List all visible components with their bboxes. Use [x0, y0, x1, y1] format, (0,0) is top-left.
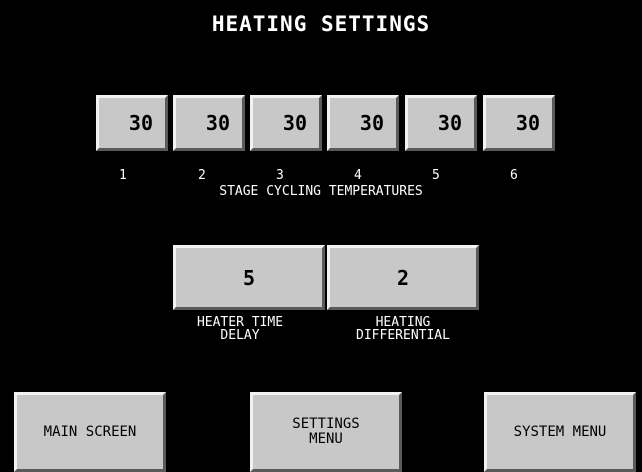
- stage-5-value: 30: [437, 111, 462, 135]
- stage-cycling-caption: STAGE CYCLING TEMPERATURES: [219, 184, 423, 199]
- heater-time-delay-label: HEATER TIME DELAY: [196, 315, 284, 343]
- stage-2-temperature-button[interactable]: 30: [173, 95, 245, 151]
- settings-menu-button-label: SETTINGS MENU: [292, 416, 360, 447]
- page-title: HEATING SETTINGS: [211, 12, 431, 36]
- stage-number-label: 2: [198, 168, 206, 183]
- settings-menu-button[interactable]: SETTINGS MENU: [250, 392, 402, 472]
- stage-number-label: 3: [276, 168, 284, 183]
- stage-number-label: 1: [119, 168, 127, 183]
- main-screen-button-label: MAIN SCREEN: [43, 423, 137, 440]
- stage-6-temperature-button[interactable]: 30: [483, 95, 555, 151]
- heater-time-delay-button[interactable]: 5: [173, 245, 325, 310]
- main-screen-button[interactable]: MAIN SCREEN: [14, 392, 166, 472]
- stage-1-value: 30: [128, 111, 153, 135]
- system-menu-button-label: SYSTEM MENU: [513, 423, 607, 440]
- stage-number-label: 5: [432, 168, 440, 183]
- system-menu-button[interactable]: SYSTEM MENU: [484, 392, 636, 472]
- stage-1-temperature-button[interactable]: 30: [96, 95, 168, 151]
- stage-6-value: 30: [515, 111, 540, 135]
- stage-number-label: 4: [354, 168, 362, 183]
- stage-5-temperature-button[interactable]: 30: [405, 95, 477, 151]
- stage-3-value: 30: [282, 111, 307, 135]
- heater-time-delay-value: 5: [242, 266, 256, 290]
- stage-2-value: 30: [205, 111, 230, 135]
- heating-differential-label: HEATING DIFFERENTIAL: [356, 315, 450, 343]
- stage-4-temperature-button[interactable]: 30: [327, 95, 399, 151]
- stage-number-label: 6: [510, 168, 518, 183]
- stage-3-temperature-button[interactable]: 30: [250, 95, 322, 151]
- heating-differential-value: 2: [396, 266, 410, 290]
- heating-differential-button[interactable]: 2: [327, 245, 479, 310]
- stage-4-value: 30: [359, 111, 384, 135]
